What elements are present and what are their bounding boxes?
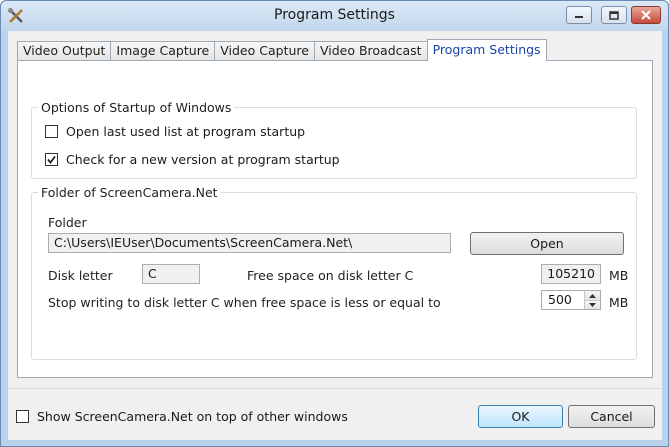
free-space-unit: MB	[609, 268, 629, 283]
on-top-option[interactable]: Show ScreenCamera.Net on top of other wi…	[16, 409, 348, 424]
tab-video-broadcast[interactable]: Video Broadcast	[313, 41, 428, 61]
free-space-label: Free space on disk letter C	[247, 268, 414, 283]
stop-writing-spinner[interactable]: 500	[541, 290, 601, 310]
on-top-label: Show ScreenCamera.Net on top of other wi…	[37, 409, 348, 424]
free-space-field: 105210	[541, 264, 601, 284]
check-new-version-option[interactable]: Check for a new version at program start…	[45, 152, 340, 167]
disk-letter-label: Disk letter	[48, 268, 113, 283]
minimize-button[interactable]	[566, 6, 592, 24]
open-last-list-option[interactable]: Open last used list at program startup	[45, 124, 305, 139]
open-last-list-label: Open last used list at program startup	[66, 124, 306, 139]
cancel-button[interactable]: Cancel	[568, 405, 655, 428]
startup-group-title: Options of Startup of Windows	[38, 100, 235, 115]
dialog-client-area: Video Output Image Capture Video Capture…	[8, 31, 662, 440]
spinner-down-button[interactable]	[585, 300, 600, 309]
disk-letter-field: C	[142, 264, 200, 284]
stop-writing-value[interactable]: 500	[548, 292, 572, 307]
open-last-list-checkbox[interactable]	[45, 125, 58, 138]
close-icon	[641, 10, 651, 20]
arrow-up-icon	[589, 293, 596, 298]
program-settings-panel: Options of Startup of Windows Open last …	[17, 60, 653, 378]
footer-divider	[8, 388, 662, 389]
ok-button[interactable]: OK	[478, 405, 563, 428]
maximize-button[interactable]	[601, 6, 627, 24]
title-bar[interactable]: Program Settings	[1, 1, 668, 31]
on-top-checkbox[interactable]	[16, 410, 29, 423]
open-folder-button[interactable]: Open	[470, 232, 624, 255]
check-new-version-checkbox[interactable]	[45, 153, 58, 166]
maximize-icon	[609, 10, 619, 20]
folder-label: Folder	[48, 215, 87, 230]
tab-strip: Video Output Image Capture Video Capture…	[17, 39, 547, 61]
folder-path-field[interactable]: C:\Users\IEUser\Documents\ScreenCamera.N…	[48, 233, 451, 253]
spinner-up-button[interactable]	[585, 291, 600, 300]
arrow-down-icon	[589, 303, 596, 307]
stop-writing-label: Stop writing to disk letter C when free …	[48, 295, 441, 310]
minimize-icon	[575, 16, 583, 18]
tab-image-capture[interactable]: Image Capture	[110, 41, 216, 61]
tab-program-settings[interactable]: Program Settings	[426, 39, 547, 61]
folder-group: Folder of ScreenCamera.Net Folder C:\Use…	[31, 185, 637, 360]
folder-group-title: Folder of ScreenCamera.Net	[38, 185, 221, 200]
tab-video-output[interactable]: Video Output	[17, 41, 112, 61]
program-settings-window: Program Settings Video Output Image Capt…	[0, 0, 669, 447]
stop-writing-unit: MB	[609, 295, 629, 310]
checkmark-icon	[47, 155, 56, 164]
spinner-arrows	[584, 291, 600, 309]
check-new-version-label: Check for a new version at program start…	[66, 152, 340, 167]
startup-options-group: Options of Startup of Windows Open last …	[31, 100, 637, 179]
close-button[interactable]	[631, 6, 661, 24]
tab-video-capture[interactable]: Video Capture	[214, 41, 315, 61]
